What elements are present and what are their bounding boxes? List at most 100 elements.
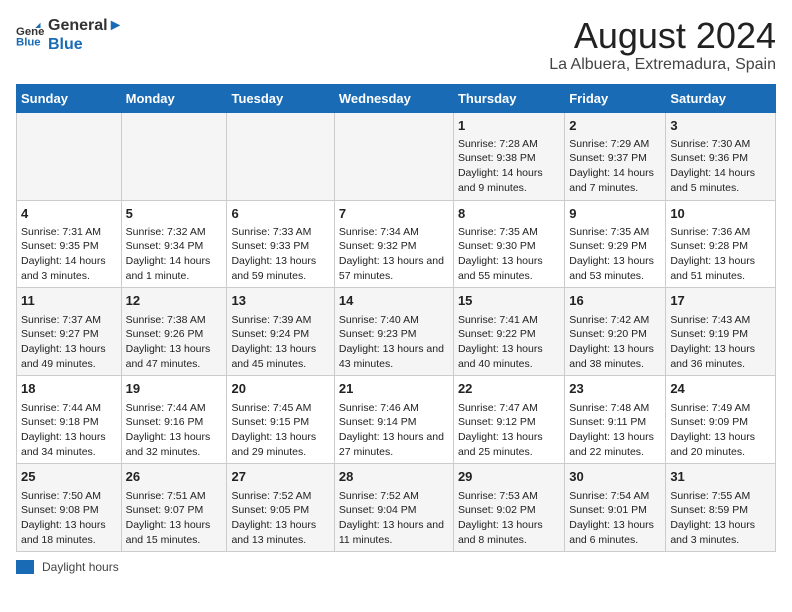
calendar-cell: 6Sunrise: 7:33 AM Sunset: 9:33 PM Daylig… [227,200,334,288]
cell-info: Sunrise: 7:34 AM Sunset: 9:32 PM Dayligh… [339,225,449,284]
cell-info: Sunrise: 7:43 AM Sunset: 9:19 PM Dayligh… [670,313,771,372]
cell-info: Sunrise: 7:52 AM Sunset: 9:05 PM Dayligh… [231,489,329,548]
cell-info: Sunrise: 7:49 AM Sunset: 9:09 PM Dayligh… [670,401,771,460]
logo-general: General► [48,16,123,35]
calendar-table: SundayMondayTuesdayWednesdayThursdayFrid… [16,84,776,553]
column-header-friday: Friday [565,84,666,112]
calendar-cell: 22 Sunrise: 7:47 AM Sunset: 9:12 PM Dayli… [453,376,564,464]
day-number: 23 [569,380,661,398]
column-header-monday: Monday [121,84,227,112]
subtitle: La Albuera, Extremadura, Spain [549,56,776,74]
day-number: 2 [569,117,661,135]
cell-info: Sunrise: 7:35 AM Sunset: 9:30 PM Dayligh… [458,225,560,284]
day-number: 14 [339,292,449,310]
calendar-cell: 2Sunrise: 7:29 AM Sunset: 9:37 PM Daylig… [565,112,666,200]
cell-info: Sunrise: 7:40 AM Sunset: 9:23 PM Dayligh… [339,313,449,372]
calendar-cell: 7 Sunrise: 7:34 AM Sunset: 9:32 PM Daylig… [334,200,453,288]
day-number: 16 [569,292,661,310]
cell-info: Sunrise: 7:47 AM Sunset: 9:12 PM Dayligh… [458,401,560,460]
day-number: 8 [458,205,560,223]
column-header-sunday: Sunday [17,84,122,112]
svg-text:Blue: Blue [16,37,41,49]
day-number: 20 [231,380,329,398]
day-number: 4 [21,205,117,223]
calendar-row: 1 Sunrise: 7:28 AM Sunset: 9:38 PM Daylig… [17,112,776,200]
calendar-cell: 30 Sunrise: 7:54 AM Sunset: 9:01 PM Dayli… [565,464,666,552]
day-number: 19 [126,380,223,398]
logo-blue: Blue [48,35,123,54]
cell-info: Sunrise: 7:37 AM Sunset: 9:27 PM Dayligh… [21,313,117,372]
calendar-cell: 12Sunrise: 7:38 AM Sunset: 9:26 PM Dayli… [121,288,227,376]
cell-info: Sunrise: 7:48 AM Sunset: 9:11 PM Dayligh… [569,401,661,460]
cell-info: Sunrise: 7:31 AM Sunset: 9:35 PM Dayligh… [21,225,117,284]
day-number: 27 [231,468,329,486]
calendar-cell: 13 Sunrise: 7:39 AM Sunset: 9:24 PM Dayli… [227,288,334,376]
day-number: 28 [339,468,449,486]
legend-label: Daylight hours [42,560,119,574]
day-number: 12 [126,292,223,310]
cell-info: Sunrise: 7:45 AM Sunset: 9:15 PM Dayligh… [231,401,329,460]
cell-info: Sunrise: 7:44 AM Sunset: 9:16 PM Dayligh… [126,401,223,460]
calendar-cell: 28 Sunrise: 7:52 AM Sunset: 9:04 PM Dayli… [334,464,453,552]
calendar-cell: 15Sunrise: 7:41 AM Sunset: 9:22 PM Dayli… [453,288,564,376]
column-header-tuesday: Tuesday [227,84,334,112]
day-number: 13 [231,292,329,310]
day-number: 10 [670,205,771,223]
cell-info: Sunrise: 7:28 AM Sunset: 9:38 PM Dayligh… [458,137,560,196]
calendar-cell: 20 Sunrise: 7:45 AM Sunset: 9:15 PM Dayli… [227,376,334,464]
day-number: 29 [458,468,560,486]
day-number: 24 [670,380,771,398]
day-number: 21 [339,380,449,398]
cell-info: Sunrise: 7:33 AM Sunset: 9:33 PM Dayligh… [231,225,329,284]
cell-info: Sunrise: 7:52 AM Sunset: 9:04 PM Dayligh… [339,489,449,548]
calendar-cell: 16 Sunrise: 7:42 AM Sunset: 9:20 PM Dayli… [565,288,666,376]
day-number: 11 [21,292,117,310]
cell-info: Sunrise: 7:35 AM Sunset: 9:29 PM Dayligh… [569,225,661,284]
day-number: 31 [670,468,771,486]
calendar-row: 18 Sunrise: 7:44 AM Sunset: 9:18 PM Dayli… [17,376,776,464]
cell-info: Sunrise: 7:44 AM Sunset: 9:18 PM Dayligh… [21,401,117,460]
cell-info: Sunrise: 7:36 AM Sunset: 9:28 PM Dayligh… [670,225,771,284]
calendar-row: 11 Sunrise: 7:37 AM Sunset: 9:27 PM Dayli… [17,288,776,376]
calendar-cell: 9 Sunrise: 7:35 AM Sunset: 9:29 PM Daylig… [565,200,666,288]
cell-info: Sunrise: 7:32 AM Sunset: 9:34 PM Dayligh… [126,225,223,284]
calendar-cell: 4 Sunrise: 7:31 AM Sunset: 9:35 PM Daylig… [17,200,122,288]
cell-info: Sunrise: 7:46 AM Sunset: 9:14 PM Dayligh… [339,401,449,460]
day-number: 18 [21,380,117,398]
calendar-cell: 10 Sunrise: 7:36 AM Sunset: 9:28 PM Dayli… [666,200,776,288]
cell-info: Sunrise: 7:42 AM Sunset: 9:20 PM Dayligh… [569,313,661,372]
day-number: 9 [569,205,661,223]
calendar-cell [227,112,334,200]
column-header-thursday: Thursday [453,84,564,112]
cell-info: Sunrise: 7:55 AM Sunset: 8:59 PM Dayligh… [670,489,771,548]
day-number: 25 [21,468,117,486]
calendar-cell: 1 Sunrise: 7:28 AM Sunset: 9:38 PM Daylig… [453,112,564,200]
calendar-cell: 17Sunrise: 7:43 AM Sunset: 9:19 PM Dayli… [666,288,776,376]
page-header: General Blue General► Blue August 2024 L… [16,16,776,74]
main-title: August 2024 [549,16,776,56]
day-number: 30 [569,468,661,486]
day-number: 22 [458,380,560,398]
cell-info: Sunrise: 7:54 AM Sunset: 9:01 PM Dayligh… [569,489,661,548]
calendar-cell [334,112,453,200]
day-number: 1 [458,117,560,135]
cell-info: Sunrise: 7:50 AM Sunset: 9:08 PM Dayligh… [21,489,117,548]
day-number: 7 [339,205,449,223]
legend: Daylight hours [16,560,776,574]
cell-info: Sunrise: 7:39 AM Sunset: 9:24 PM Dayligh… [231,313,329,372]
day-number: 3 [670,117,771,135]
cell-info: Sunrise: 7:53 AM Sunset: 9:02 PM Dayligh… [458,489,560,548]
day-number: 5 [126,205,223,223]
calendar-cell: 21 Sunrise: 7:46 AM Sunset: 9:14 PM Dayli… [334,376,453,464]
calendar-cell: 29 Sunrise: 7:53 AM Sunset: 9:02 PM Dayli… [453,464,564,552]
column-header-wednesday: Wednesday [334,84,453,112]
calendar-cell: 3Sunrise: 7:30 AM Sunset: 9:36 PM Daylig… [666,112,776,200]
title-block: August 2024 La Albuera, Extremadura, Spa… [549,16,776,74]
calendar-cell: 8 Sunrise: 7:35 AM Sunset: 9:30 PM Daylig… [453,200,564,288]
day-number: 26 [126,468,223,486]
calendar-cell: 31 Sunrise: 7:55 AM Sunset: 8:59 PM Dayli… [666,464,776,552]
calendar-cell [17,112,122,200]
calendar-cell [121,112,227,200]
calendar-cell: 27 Sunrise: 7:52 AM Sunset: 9:05 PM Dayli… [227,464,334,552]
calendar-cell: 25 Sunrise: 7:50 AM Sunset: 9:08 PM Dayli… [17,464,122,552]
